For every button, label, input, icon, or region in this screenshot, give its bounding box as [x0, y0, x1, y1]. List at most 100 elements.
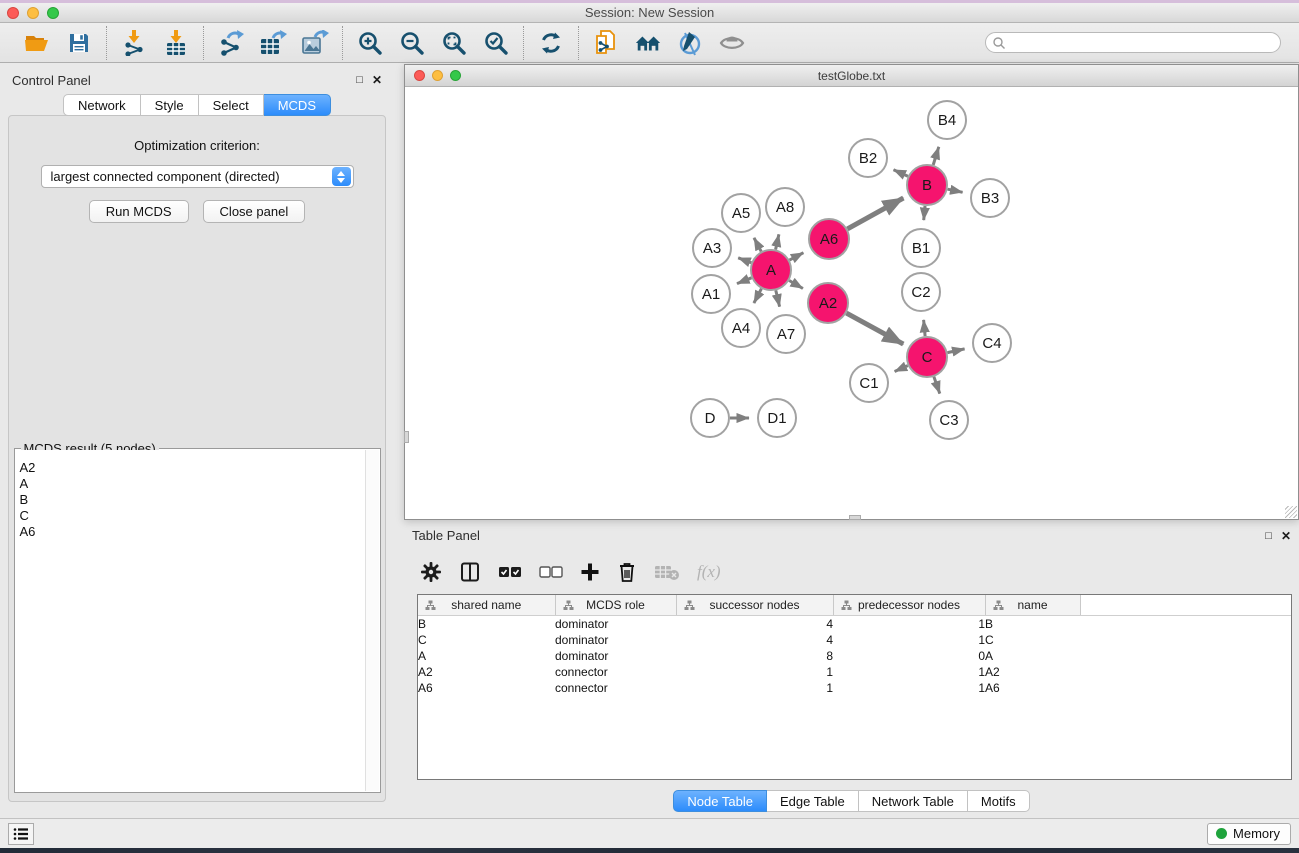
column-header-MCDS-role[interactable]: MCDS role [555, 595, 676, 616]
zoom-fit-icon[interactable] [440, 29, 468, 57]
tab-style[interactable]: Style [141, 94, 199, 116]
window-resize-grip[interactable] [1285, 506, 1297, 518]
tab-network[interactable]: Network [63, 94, 141, 116]
graph-edge-A-A2[interactable] [789, 281, 803, 289]
tab-mcds[interactable]: MCDS [264, 94, 331, 116]
graph-edge-A-A4[interactable] [754, 289, 762, 303]
cell-name[interactable]: A6 [985, 680, 1080, 696]
graphics-details-icon[interactable] [676, 29, 704, 57]
result-item[interactable]: B [16, 492, 365, 508]
cell-shared-name[interactable]: C [418, 632, 555, 648]
cell-predecessor-nodes[interactable]: 0 [833, 648, 985, 664]
graph-edge-B-B1[interactable] [924, 206, 925, 220]
table-row[interactable]: A2connector11A2 [418, 664, 1291, 680]
network-close-button[interactable] [414, 70, 425, 81]
node-table[interactable]: shared nameMCDS rolesuccessor nodesprede… [417, 594, 1292, 780]
graph-edge-A2-C[interactable] [846, 313, 903, 344]
cell-predecessor-nodes[interactable]: 1 [833, 632, 985, 648]
graph-node-D1[interactable]: D1 [758, 399, 796, 437]
graph-node-B4[interactable]: B4 [928, 101, 966, 139]
graph-edge-A-A8[interactable] [776, 234, 779, 249]
graph-edge-B-B3[interactable] [948, 189, 963, 192]
cell-shared-name[interactable]: A6 [418, 680, 555, 696]
cell-successor-nodes[interactable]: 4 [676, 616, 833, 632]
zoom-out-icon[interactable] [398, 29, 426, 57]
graph-node-C1[interactable]: C1 [850, 364, 888, 402]
task-history-button[interactable] [8, 823, 34, 845]
graph-edge-B-B4[interactable] [933, 147, 939, 165]
graph-node-C2[interactable]: C2 [902, 273, 940, 311]
show-hide-icon[interactable] [718, 29, 746, 57]
graph-node-A8[interactable]: A8 [766, 188, 804, 226]
graph-node-C[interactable]: C [907, 337, 947, 377]
table-settings-gear-icon[interactable] [420, 561, 442, 583]
export-network-icon[interactable] [217, 29, 245, 57]
tab-edge-table[interactable]: Edge Table [767, 790, 859, 812]
network-maximize-button[interactable] [450, 70, 461, 81]
run-mcds-button[interactable]: Run MCDS [89, 200, 189, 223]
column-header-name[interactable]: name [985, 595, 1080, 616]
graph-node-B[interactable]: B [907, 165, 947, 205]
graph-edge-C-C3[interactable] [934, 377, 940, 394]
cell-MCDS-role[interactable]: dominator [555, 632, 676, 648]
result-item[interactable]: C [16, 508, 365, 524]
network-window-titlebar[interactable]: testGlobe.txt [405, 65, 1298, 87]
close-window-button[interactable] [7, 7, 19, 19]
graph-edge-C-C4[interactable] [948, 349, 965, 353]
zoom-in-icon[interactable] [356, 29, 384, 57]
graph-edge-A-A3[interactable] [738, 258, 751, 263]
graph-node-A1[interactable]: A1 [692, 275, 730, 313]
tab-motifs[interactable]: Motifs [968, 790, 1030, 812]
graph-node-A3[interactable]: A3 [693, 229, 731, 267]
float-panel-icon[interactable]: □ [356, 74, 363, 86]
table-row[interactable]: Adominator80A [418, 648, 1291, 664]
graph-node-A4[interactable]: A4 [722, 309, 760, 347]
result-item[interactable]: A [16, 476, 365, 492]
memory-button[interactable]: Memory [1207, 823, 1291, 845]
home-icon[interactable] [634, 29, 662, 57]
close-panel-icon[interactable]: ✕ [372, 74, 382, 86]
float-table-panel-icon[interactable]: □ [1265, 530, 1272, 542]
column-header-successor-nodes[interactable]: successor nodes [676, 595, 833, 616]
cell-MCDS-role[interactable]: dominator [555, 648, 676, 664]
network-canvas[interactable]: B4B2BB3A8A5A6A3B1AA1C2A2A4A7C4CC1DD1C3 [405, 87, 1298, 519]
cell-successor-nodes[interactable]: 1 [676, 664, 833, 680]
select-all-icon[interactable] [498, 565, 522, 579]
cell-predecessor-nodes[interactable]: 1 [833, 680, 985, 696]
app-titlebar[interactable]: Session: New Session [0, 3, 1299, 23]
export-image-icon[interactable] [301, 29, 329, 57]
graph-node-B1[interactable]: B1 [902, 229, 940, 267]
show-columns-icon[interactable] [459, 561, 481, 583]
cell-predecessor-nodes[interactable]: 1 [833, 664, 985, 680]
column-header-predecessor-nodes[interactable]: predecessor nodes [833, 595, 985, 616]
cell-successor-nodes[interactable]: 4 [676, 632, 833, 648]
import-network-icon[interactable] [120, 29, 148, 57]
tab-network-table[interactable]: Network Table [859, 790, 968, 812]
import-table-icon[interactable] [162, 29, 190, 57]
delete-column-icon[interactable] [617, 561, 637, 583]
graph-edge-A-A5[interactable] [754, 238, 761, 252]
cell-name[interactable]: A [985, 648, 1080, 664]
graph-node-A7[interactable]: A7 [767, 315, 805, 353]
mcds-result-list[interactable]: A2ABCA6 [16, 450, 365, 791]
search-field[interactable] [985, 32, 1281, 53]
graph-edge-C-C2[interactable] [924, 320, 926, 336]
graph-edge-B-B2[interactable] [894, 170, 908, 177]
export-table-icon[interactable] [259, 29, 287, 57]
cell-shared-name[interactable]: B [418, 616, 555, 632]
cell-name[interactable]: B [985, 616, 1080, 632]
result-item[interactable]: A6 [16, 524, 365, 540]
table-row[interactable]: Cdominator41C [418, 632, 1291, 648]
share-session-icon[interactable] [592, 29, 620, 57]
close-table-panel-icon[interactable]: ✕ [1281, 530, 1291, 542]
graph-node-B3[interactable]: B3 [971, 179, 1009, 217]
cell-name[interactable]: A2 [985, 664, 1080, 680]
cell-shared-name[interactable]: A2 [418, 664, 555, 680]
zoom-selected-icon[interactable] [482, 29, 510, 57]
cell-predecessor-nodes[interactable]: 1 [833, 616, 985, 632]
cell-MCDS-role[interactable]: connector [555, 680, 676, 696]
graph-edge-A-A1[interactable] [737, 278, 752, 284]
graph-edge-A6-B[interactable] [847, 198, 903, 229]
graph-node-A[interactable]: A [751, 250, 791, 290]
graph-node-D[interactable]: D [691, 399, 729, 437]
